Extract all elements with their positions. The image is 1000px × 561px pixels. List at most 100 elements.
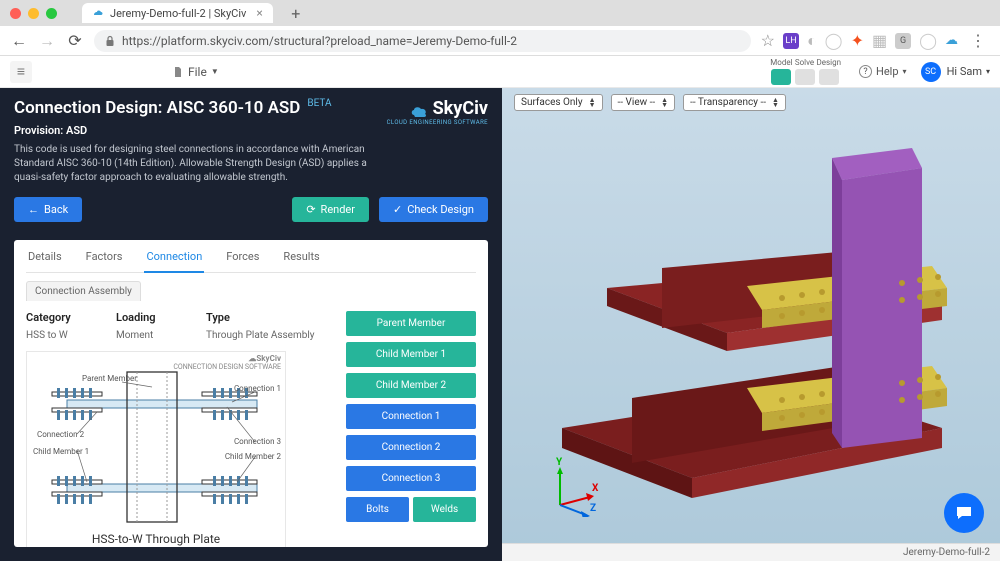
maximize-window-icon[interactable]	[46, 8, 57, 19]
user-greeting[interactable]: Hi Sam ▾	[947, 65, 990, 78]
tab-title: Jeremy-Demo-full-2 | SkyCiv	[110, 7, 246, 20]
chat-button[interactable]	[944, 493, 984, 533]
browser-tab[interactable]: Jeremy-Demo-full-2 | SkyCiv ×	[82, 3, 273, 23]
btn-welds[interactable]: Welds	[413, 497, 476, 522]
tab-factors[interactable]: Factors	[84, 250, 125, 272]
3d-viewer[interactable]: Surfaces Only ▲▼ -- View -- ▲▼ -- Transp…	[502, 88, 1000, 561]
check-design-button[interactable]: ✓ Check Design	[379, 197, 488, 222]
url-input[interactable]: https://platform.skyciv.com/structural?p…	[94, 30, 751, 52]
mode-switcher: Model Solve Design	[770, 58, 841, 85]
prop-loading-value: Moment	[116, 330, 186, 341]
caret-down-icon: ▾	[903, 67, 907, 76]
close-tab-icon[interactable]: ×	[256, 6, 262, 20]
btn-connection-2[interactable]: Connection 2	[346, 435, 476, 460]
btn-parent-member[interactable]: Parent Member	[346, 311, 476, 336]
subtab-bar: Connection Assembly	[26, 281, 476, 301]
surfaces-select[interactable]: Surfaces Only ▲▼	[514, 94, 603, 111]
assembly-diagram: ☁SkyCiv CONNECTION DESIGN SOFTWARE	[26, 351, 286, 547]
axis-z-label: Z	[590, 503, 596, 514]
url-text: https://platform.skyciv.com/structural?p…	[122, 34, 517, 48]
back-button[interactable]: ← Back	[14, 197, 82, 222]
tab-forces[interactable]: Forces	[224, 250, 261, 272]
prop-category-value: HSS to W	[26, 330, 96, 341]
file-menu[interactable]: File ▼	[172, 65, 219, 79]
extension-icons: ☆ LH ◐ ◯ ✦ ▦ G ◯ ☁ ⋮	[761, 31, 990, 51]
tab-results[interactable]: Results	[281, 250, 321, 272]
dlabel-child1: Child Member 1	[33, 447, 89, 456]
brand-logo: SkyCiv CLOUD ENGINEERING SOFTWARE	[387, 98, 488, 126]
tab-connection[interactable]: Connection	[144, 250, 204, 273]
caret-down-icon: ▾	[986, 67, 990, 76]
axis-x-label: X	[592, 483, 598, 494]
ext-cal-icon[interactable]: ▦	[872, 31, 887, 50]
btn-child-member-2[interactable]: Child Member 2	[346, 373, 476, 398]
ext-lh-icon[interactable]: LH	[783, 33, 799, 49]
forward-nav-button[interactable]: →	[38, 31, 56, 51]
prop-type-value: Through Plate Assembly	[206, 330, 315, 341]
check-icon: ✓	[393, 203, 402, 216]
diagram-title: HSS-to-W Through Plate	[27, 532, 285, 546]
subtab-connection-assembly[interactable]: Connection Assembly	[26, 281, 141, 301]
browser-titlebar: Jeremy-Demo-full-2 | SkyCiv × +	[0, 0, 1000, 26]
help-icon: ?	[859, 65, 872, 78]
mode-solve[interactable]: Solve	[795, 58, 815, 85]
caret-down-icon: ▼	[211, 67, 219, 76]
ext-ring-icon[interactable]: ◯	[919, 31, 937, 50]
stepper-arrows-icon: ▲▼	[772, 98, 779, 108]
dlabel-conn3: Connection 3	[234, 437, 281, 446]
btn-child-member-1[interactable]: Child Member 1	[346, 342, 476, 367]
dlabel-child2: Child Member 2	[225, 452, 281, 461]
ext-g-icon[interactable]: G	[895, 33, 911, 49]
status-bar: Jeremy-Demo-full-2	[502, 543, 1000, 561]
btn-bolts[interactable]: Bolts	[346, 497, 409, 522]
mode-model[interactable]: Model	[770, 58, 792, 85]
window-controls	[10, 8, 57, 19]
chat-icon	[954, 503, 974, 523]
tabs-container: Details Factors Connection Forces Result…	[14, 240, 488, 547]
beta-badge: BETA	[307, 98, 331, 109]
prop-loading-header: Loading	[116, 311, 186, 324]
new-tab-button[interactable]: +	[286, 3, 306, 23]
stepper-arrows-icon: ▲▼	[661, 98, 668, 108]
dlabel-conn1: Connection 1	[234, 384, 281, 393]
mode-design[interactable]: Design	[817, 58, 841, 85]
refresh-icon: ⟳	[306, 203, 315, 216]
description-text: This code is used for designing steel co…	[14, 143, 374, 185]
btn-connection-1[interactable]: Connection 1	[346, 404, 476, 429]
render-button[interactable]: ⟳ Render	[292, 197, 369, 222]
user-avatar[interactable]: SC	[921, 62, 941, 82]
ext-shield-icon[interactable]: ◐	[807, 31, 817, 51]
cloud-icon	[409, 103, 431, 117]
stepper-arrows-icon: ▲▼	[589, 98, 596, 108]
browser-address-bar: ← → ⟳ https://platform.skyciv.com/struct…	[0, 26, 1000, 56]
favicon-icon	[92, 7, 104, 19]
close-window-icon[interactable]	[10, 8, 21, 19]
page-title: Connection Design: AISC 360-10 ASD	[14, 98, 300, 118]
ext-sky-icon[interactable]: ☁	[945, 33, 958, 48]
btn-connection-3[interactable]: Connection 3	[346, 466, 476, 491]
axes-triad: Y X Z	[548, 457, 608, 517]
axis-y-label: Y	[556, 457, 562, 468]
ext-bolt-icon[interactable]: ✦	[851, 31, 864, 50]
minimize-window-icon[interactable]	[28, 8, 39, 19]
star-icon[interactable]: ☆	[761, 31, 775, 50]
assembly-buttons: Parent Member Child Member 1 Child Membe…	[346, 311, 476, 547]
tab-details[interactable]: Details	[26, 250, 64, 272]
hamburger-menu-icon[interactable]: ≡	[10, 61, 32, 83]
status-text: Jeremy-Demo-full-2	[903, 547, 990, 558]
browser-menu-icon[interactable]: ⋮	[966, 31, 990, 50]
viewer-controls: Surfaces Only ▲▼ -- View -- ▲▼ -- Transp…	[514, 94, 786, 111]
back-nav-button[interactable]: ←	[10, 31, 28, 51]
dlabel-conn2: Connection 2	[37, 430, 84, 439]
lock-icon	[104, 35, 116, 47]
view-select[interactable]: -- View -- ▲▼	[611, 94, 676, 111]
app-toolbar: ≡ File ▼ Model Solve Design ? Help ▾ SC …	[0, 56, 1000, 88]
file-label: File	[188, 65, 207, 79]
reload-button[interactable]: ⟳	[66, 31, 84, 50]
help-menu[interactable]: ? Help ▾	[859, 65, 907, 78]
tab-bar: Details Factors Connection Forces Result…	[26, 250, 476, 273]
prop-type-header: Type	[206, 311, 315, 324]
arrow-left-icon: ←	[28, 203, 39, 216]
transparency-select[interactable]: -- Transparency -- ▲▼	[683, 94, 786, 111]
ext-circle-icon[interactable]: ◯	[825, 31, 843, 50]
